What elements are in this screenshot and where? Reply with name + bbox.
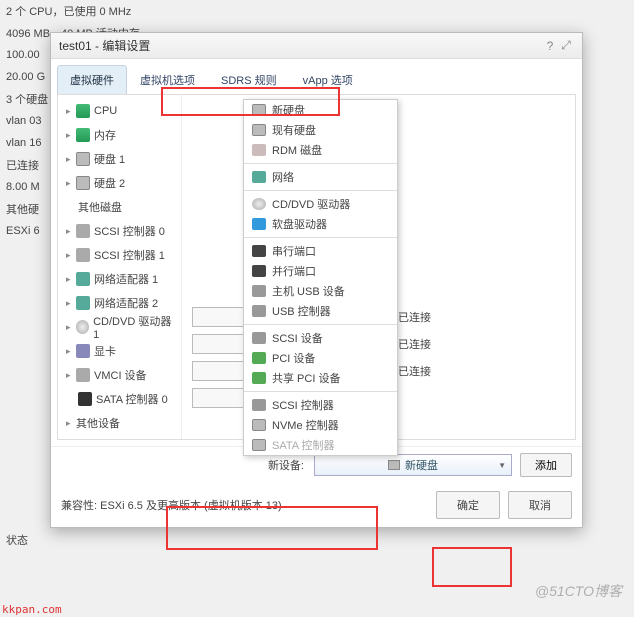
item-gpu[interactable]: ▸显卡 <box>58 339 181 363</box>
item-scsi1[interactable]: ▸SCSI 控制器 1 <box>58 243 181 267</box>
menu-rdm-disk[interactable]: RDM 磁盘 <box>244 140 397 160</box>
sata-icon <box>78 392 92 406</box>
usb-icon <box>252 305 266 317</box>
sata-icon <box>252 439 266 451</box>
new-device-select[interactable]: 新硬盘 <box>314 454 512 476</box>
menu-parallel[interactable]: 并行端口 <box>244 261 397 281</box>
menu-cd[interactable]: CD/DVD 驱动器 <box>244 194 397 214</box>
item-cd1[interactable]: ▸CD/DVD 驱动器 1 <box>58 315 181 339</box>
popout-icon[interactable]: ⤢ <box>558 38 574 53</box>
item-net1[interactable]: ▸网络适配器 1 <box>58 267 181 291</box>
scsi-icon <box>252 332 266 344</box>
add-button[interactable]: 添加 <box>520 453 572 477</box>
item-memory[interactable]: ▸内存 <box>58 123 181 147</box>
item-disk1[interactable]: ▸硬盘 1 <box>58 147 181 171</box>
disk-icon <box>388 460 400 470</box>
pci-icon <box>252 352 266 364</box>
usb-icon <box>252 285 266 297</box>
footer-link: kkpan.com <box>2 603 62 616</box>
disk-icon <box>76 176 90 190</box>
menu-scsi-ctrl[interactable]: SCSI 控制器 <box>244 395 397 415</box>
menu-pci[interactable]: PCI 设备 <box>244 348 397 368</box>
tab-vapp-options[interactable]: vApp 选项 <box>290 65 366 94</box>
network-icon <box>76 272 90 286</box>
menu-existing-disk[interactable]: 现有硬盘 <box>244 120 397 140</box>
watermark: @51CTO博客 <box>535 581 622 601</box>
disk-icon <box>252 104 266 116</box>
nvme-icon <box>252 419 266 431</box>
rdm-icon <box>252 144 266 156</box>
menu-serial[interactable]: 串行端口 <box>244 241 397 261</box>
menu-network[interactable]: 网络 <box>244 167 397 187</box>
vmci-icon <box>76 368 90 382</box>
menu-usb-host[interactable]: 主机 USB 设备 <box>244 281 397 301</box>
highlight-ok-button <box>432 547 512 587</box>
item-other-dev[interactable]: ▸其他设备 <box>58 411 181 435</box>
menu-new-disk[interactable]: 新硬盘 <box>244 100 397 120</box>
item-disk2[interactable]: ▸硬盘 2 <box>58 171 181 195</box>
cpu-icon <box>76 104 90 118</box>
help-icon[interactable]: ? <box>542 39 558 53</box>
dialog-title: test01 - 编辑设置 <box>59 37 150 54</box>
cd-icon <box>252 198 266 210</box>
cancel-button[interactable]: 取消 <box>508 491 572 519</box>
item-cpu[interactable]: ▸CPU <box>58 99 181 123</box>
tab-bar: 虚拟硬件 虚拟机选项 SDRS 规则 vApp 选项 <box>51 59 582 94</box>
status-label: 状态 <box>6 532 28 548</box>
edit-settings-dialog: test01 - 编辑设置 ? ⤢ 虚拟硬件 虚拟机选项 SDRS 规则 vAp… <box>50 32 583 528</box>
compat-text: 兼容性: ESXi 6.5 及更高版本 (虚拟机版本 13) <box>61 497 282 513</box>
new-device-label: 新设备: <box>268 457 304 473</box>
parallel-icon <box>252 265 266 277</box>
menu-usb-ctrl[interactable]: USB 控制器 <box>244 301 397 321</box>
item-sata0[interactable]: SATA 控制器 0 <box>58 387 181 411</box>
menu-nvme[interactable]: NVMe 控制器 <box>244 415 397 435</box>
add-device-menu: 新硬盘 现有硬盘 RDM 磁盘 网络 CD/DVD 驱动器 软盘驱动器 串行端口… <box>243 99 398 456</box>
item-vmci[interactable]: ▸VMCI 设备 <box>58 363 181 387</box>
menu-scsi-dev[interactable]: SCSI 设备 <box>244 328 397 348</box>
scsi-icon <box>76 248 90 262</box>
title-bar: test01 - 编辑设置 ? ⤢ <box>51 33 582 59</box>
serial-icon <box>252 245 266 257</box>
tab-sdrs-rules[interactable]: SDRS 规则 <box>208 65 290 94</box>
bg-cpu: 2 个 CPU，已使用 0 MHz <box>0 0 634 22</box>
ok-button[interactable]: 确定 <box>436 491 500 519</box>
network-icon <box>76 296 90 310</box>
gpu-icon <box>76 344 90 358</box>
tab-virtual-hardware[interactable]: 虚拟硬件 <box>57 65 127 94</box>
menu-sata-ctrl[interactable]: SATA 控制器 <box>244 435 397 455</box>
disk-icon <box>76 152 90 166</box>
network-icon <box>252 171 266 183</box>
scsi-icon <box>252 399 266 411</box>
disk-icon <box>252 124 266 136</box>
compat-row: 兼容性: ESXi 6.5 及更高版本 (虚拟机版本 13) 确定 取消 <box>51 483 582 527</box>
memory-icon <box>76 128 90 142</box>
pci-icon <box>252 372 266 384</box>
hardware-tree: ▸CPU ▸内存 ▸硬盘 1 ▸硬盘 2 其他磁盘 ▸SCSI 控制器 0 ▸S… <box>58 95 182 439</box>
floppy-icon <box>252 218 266 230</box>
item-scsi0[interactable]: ▸SCSI 控制器 0 <box>58 219 181 243</box>
item-net2[interactable]: ▸网络适配器 2 <box>58 291 181 315</box>
scsi-icon <box>76 224 90 238</box>
item-other-disk[interactable]: 其他磁盘 <box>58 195 181 219</box>
menu-shared-pci[interactable]: 共享 PCI 设备 <box>244 368 397 388</box>
cd-icon <box>76 320 89 334</box>
menu-floppy[interactable]: 软盘驱动器 <box>244 214 397 234</box>
tab-vm-options[interactable]: 虚拟机选项 <box>127 65 208 94</box>
content-area: ▸CPU ▸内存 ▸硬盘 1 ▸硬盘 2 其他磁盘 ▸SCSI 控制器 0 ▸S… <box>57 94 576 440</box>
